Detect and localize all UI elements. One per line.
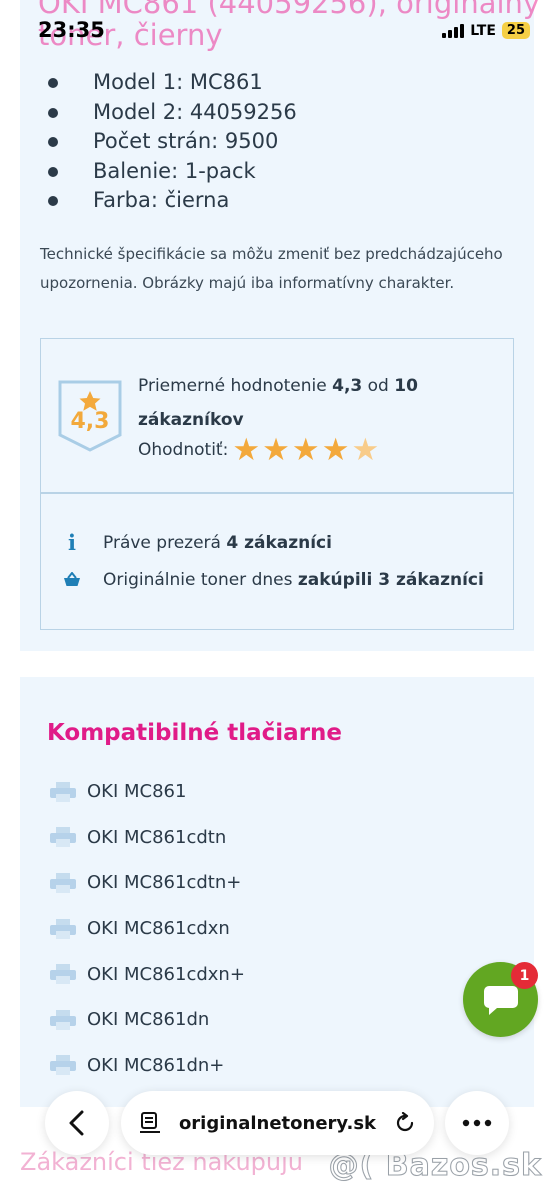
basket-icon <box>63 572 81 588</box>
spec-item: Model 2: 44059256 <box>48 98 297 128</box>
rating-box: 4,3 Priemerné hodnotenie 4,3 od 10 zákaz… <box>40 338 514 493</box>
printer-list: OKI MC861 OKI MC861cdtn OKI MC861cdtn+ O… <box>49 769 245 1088</box>
chevron-left-icon <box>69 1110 84 1136</box>
star-icon[interactable]: ★ <box>262 435 290 466</box>
reload-icon[interactable] <box>394 1112 416 1134</box>
printer-item[interactable]: OKI MC861dn+ <box>49 1043 245 1089</box>
spec-item: Model 1: MC861 <box>48 68 297 98</box>
spec-item: Farba: čierna <box>48 186 297 216</box>
spec-item: Balenie: 1-pack <box>48 157 297 187</box>
more-button[interactable] <box>445 1091 509 1155</box>
more-dots-icon <box>462 1119 492 1127</box>
star-icon[interactable]: ★ <box>322 435 350 466</box>
spec-item: Počet strán: 9500 <box>48 127 297 157</box>
star-icon[interactable]: ★ <box>292 435 320 466</box>
printer-icon <box>50 827 76 848</box>
printer-icon <box>50 1009 76 1030</box>
printer-icon <box>50 1055 76 1076</box>
back-button[interactable] <box>45 1091 109 1155</box>
disclaimer-text: Technické špecifikácie sa môžu zmeniť be… <box>40 245 503 292</box>
status-time: 23:35 <box>38 18 105 42</box>
printer-item[interactable]: OKI MC861cdxn+ <box>49 951 245 997</box>
printer-item[interactable]: OKI MC861 <box>49 769 245 815</box>
page-menu-icon[interactable] <box>139 1112 161 1134</box>
address-bar[interactable]: originalnetonery.sk <box>121 1091 434 1155</box>
printer-icon <box>50 964 76 985</box>
activity-box: i Práve prezerá 4 zákazníci Originálnie … <box>40 493 514 630</box>
section-title: Kompatibilné tlačiarne <box>47 720 343 746</box>
url-text[interactable]: originalnetonery.sk <box>161 1113 394 1134</box>
compatible-printers-card: Kompatibilné tlačiarne OKI MC861 OKI MC8… <box>20 677 534 1107</box>
rate-label: Ohodnotiť: <box>138 440 229 460</box>
star-icon[interactable]: ★ <box>232 435 260 466</box>
printer-icon <box>50 872 76 893</box>
viewing-row: i Práve prezerá 4 zákazníci <box>63 530 332 555</box>
star-icon[interactable]: ★ <box>352 435 380 466</box>
rate-row: Ohodnotiť: ★ ★ ★ ★ ★ <box>138 435 380 466</box>
battery-icon: 25 <box>501 22 530 39</box>
unread-badge: 1 <box>511 962 538 989</box>
printer-item[interactable]: OKI MC861cdxn <box>49 906 245 952</box>
rating-badge-value: 4,3 <box>70 409 110 434</box>
rating-summary: Priemerné hodnotenie 4,3 od 10 zákazníko… <box>138 376 418 430</box>
chat-icon <box>483 985 518 1015</box>
printer-icon <box>50 918 76 939</box>
signal-icon <box>442 23 465 38</box>
printer-icon <box>50 781 76 802</box>
bought-row: Originálnie toner dnes zakúpili 3 zákazn… <box>63 570 484 590</box>
printer-item[interactable]: OKI MC861cdtn <box>49 815 245 861</box>
browser-toolbar: originalnetonery.sk <box>0 1083 554 1163</box>
rating-stars[interactable]: ★ ★ ★ ★ ★ <box>232 435 380 466</box>
info-icon: i <box>68 530 76 555</box>
printer-item[interactable]: OKI MC861cdtn+ <box>49 860 245 906</box>
status-indicators: LTE 25 <box>442 22 530 39</box>
network-type: LTE <box>470 22 496 39</box>
spec-list: Model 1: MC861 Model 2: 44059256 Počet s… <box>48 68 297 216</box>
printer-item[interactable]: OKI MC861dn <box>49 997 245 1043</box>
